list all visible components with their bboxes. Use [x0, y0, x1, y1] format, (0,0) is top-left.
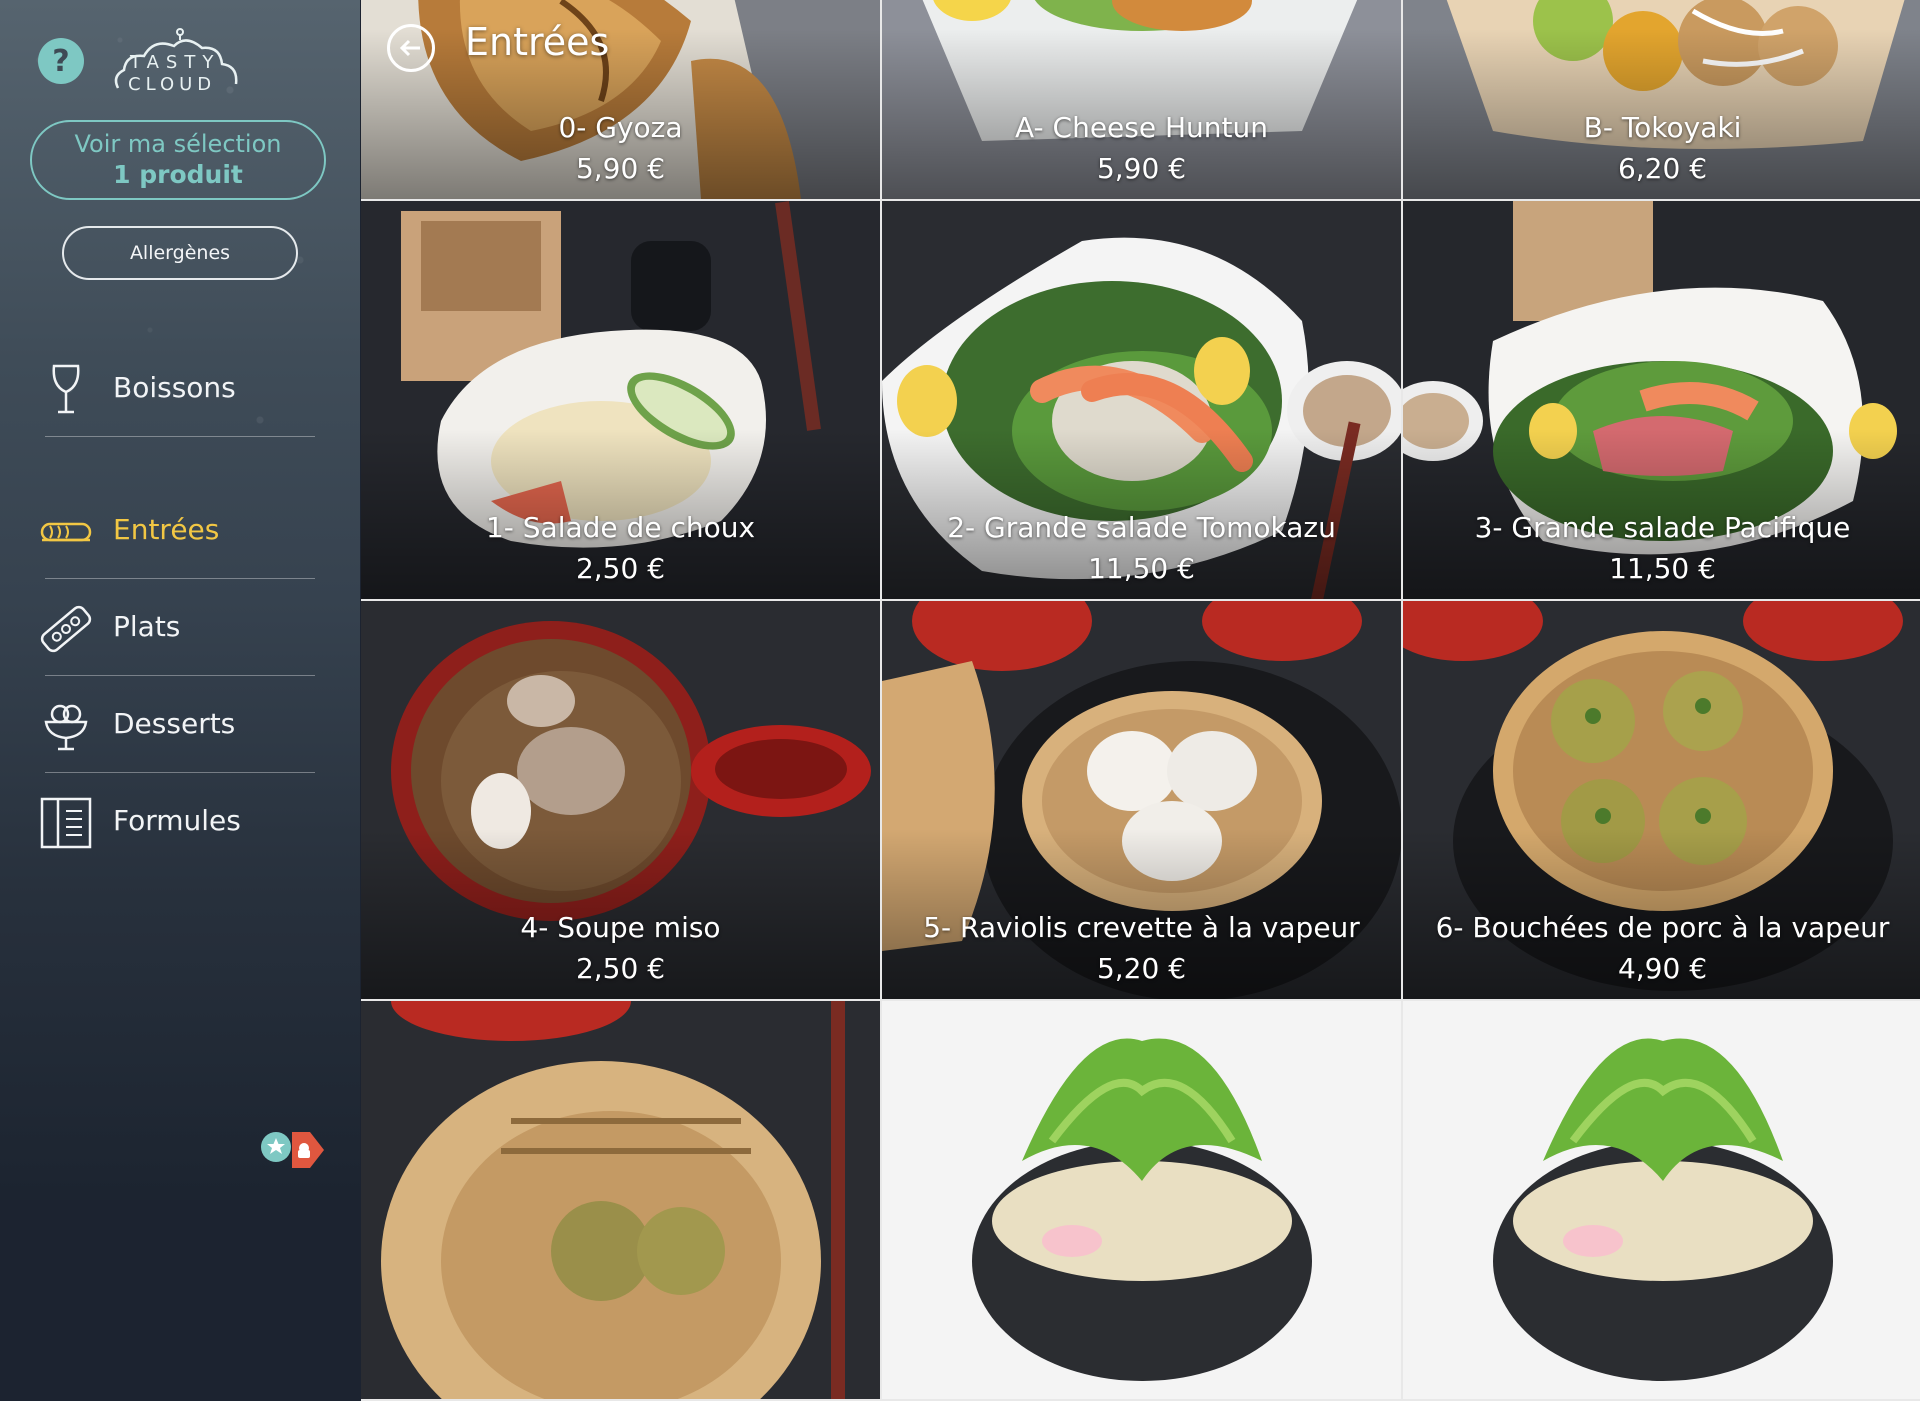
sidebar-item-label: Plats	[113, 610, 181, 643]
logo-text-tasty: TASTY	[130, 52, 221, 73]
help-button[interactable]: ?	[38, 38, 84, 84]
loyalty-badge-icon[interactable]	[258, 1122, 328, 1176]
product-tile-bouchees-de-porc[interactable]: 6- Bouchées de porc à la vapeur 4,90 €	[1403, 601, 1920, 999]
arrow-left-icon	[399, 39, 420, 57]
back-button[interactable]	[387, 24, 435, 72]
view-selection-label: Voir ma sélection	[74, 130, 282, 158]
allergens-button[interactable]: Allergènes	[62, 226, 298, 280]
product-tile-ramen-2[interactable]	[1403, 1001, 1920, 1399]
menu-book-icon	[40, 797, 92, 849]
sidebar-item-label: Boissons	[113, 371, 236, 404]
sidebar-item-entrees[interactable]: Entrées	[0, 482, 360, 578]
product-name: 2- Grande salade Tomokazu	[947, 511, 1336, 544]
sidebar-item-boissons[interactable]: Boissons	[0, 340, 360, 436]
product-tile-raviolis-crevette[interactable]: 5- Raviolis crevette à la vapeur 5,20 €	[882, 601, 1401, 999]
product-price: 6,20 €	[1617, 152, 1708, 185]
tasty-cloud-logo: TASTY CLOUD	[110, 26, 250, 98]
wine-glass-icon	[52, 364, 80, 414]
product-name: 4- Soupe miso	[520, 911, 721, 944]
steamer-photo	[361, 1001, 880, 1399]
view-selection-button[interactable]: Voir ma sélection 1 produit	[30, 120, 326, 200]
product-name: 0- Gyoza	[558, 111, 683, 144]
sidebar-item-plats[interactable]: Plats	[0, 579, 360, 675]
logo-text-cloud: CLOUD	[128, 74, 217, 95]
product-name: B- Tokoyaki	[1583, 111, 1742, 144]
sidebar-item-desserts[interactable]: Desserts	[0, 676, 360, 772]
product-name: 1- Salade de choux	[485, 511, 756, 544]
product-price: 5,90 €	[575, 152, 666, 185]
sidebar-item-label: Desserts	[113, 707, 236, 740]
product-grid: 0- Gyoza 5,90 € A- Cheese Huntun 5,90 € …	[361, 0, 1920, 1401]
sushi-board-icon	[40, 605, 92, 653]
ramen-photo	[1403, 1001, 1920, 1399]
product-price: 11,50 €	[1088, 552, 1195, 585]
product-price: 11,50 €	[1609, 552, 1716, 585]
product-price: 5,90 €	[1096, 152, 1187, 185]
product-price: 4,90 €	[1617, 952, 1708, 985]
product-tile-tokoyaki[interactable]: B- Tokoyaki 6,20 €	[1403, 0, 1920, 199]
sidebar: ? TASTY CLOUD Voir ma sélection 1 produi…	[0, 0, 360, 1200]
product-tile-soupe-miso[interactable]: 4- Soupe miso 2,50 €	[361, 601, 880, 999]
page-title: Entrées	[465, 20, 610, 64]
product-name: A- Cheese Huntun	[1014, 111, 1269, 144]
product-tile-salade-de-choux[interactable]: 1- Salade de choux 2,50 €	[361, 201, 880, 599]
product-price: 5,20 €	[1096, 952, 1187, 985]
sidebar-item-label: Entrées	[113, 513, 220, 546]
product-tile-steamer[interactable]	[361, 1001, 880, 1399]
product-tile-ramen-1[interactable]	[882, 1001, 1401, 1399]
product-price: 2,50 €	[575, 552, 666, 585]
selection-count: 1 produit	[113, 160, 243, 189]
ramen-photo	[882, 1001, 1401, 1399]
product-price: 2,50 €	[575, 952, 666, 985]
sidebar-item-formules[interactable]: Formules	[0, 773, 360, 869]
product-tile-grande-salade-pacifique[interactable]: 3- Grande salade Pacifique 11,50 €	[1403, 201, 1920, 599]
spring-roll-icon	[40, 522, 92, 542]
divider	[45, 436, 315, 437]
page-header: Entrées	[361, 0, 961, 100]
ice-cream-icon	[44, 704, 88, 751]
product-tile-grande-salade-tomokazu[interactable]: 2- Grande salade Tomokazu 11,50 €	[882, 201, 1401, 599]
product-name: 6- Bouchées de porc à la vapeur	[1435, 911, 1890, 944]
product-name: 3- Grande salade Pacifique	[1474, 511, 1851, 544]
sidebar-item-label: Formules	[113, 804, 241, 837]
product-name: 5- Raviolis crevette à la vapeur	[923, 911, 1360, 944]
